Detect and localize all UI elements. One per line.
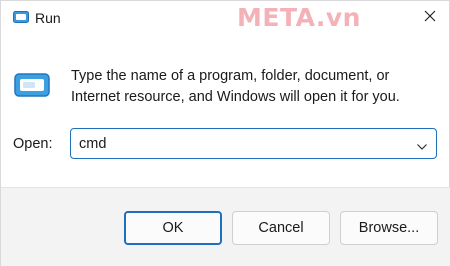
close-button[interactable] xyxy=(413,3,447,33)
browse-button[interactable]: Browse... xyxy=(340,211,438,245)
ok-button[interactable]: OK xyxy=(124,211,222,245)
open-combobox[interactable] xyxy=(70,128,437,159)
cancel-button[interactable]: Cancel xyxy=(232,211,330,245)
chevron-down-icon[interactable] xyxy=(416,139,428,150)
title-bar[interactable]: Run META.vn xyxy=(1,1,450,35)
dialog-description: Type the name of a program, folder, docu… xyxy=(71,68,400,105)
open-label: Open: xyxy=(13,136,53,152)
run-icon xyxy=(13,10,29,24)
open-input[interactable] xyxy=(79,129,399,158)
watermark-logo: META.vn xyxy=(237,3,361,32)
run-dialog: Run META.vn Type the name of a program, … xyxy=(0,0,450,266)
window-title: Run xyxy=(35,10,61,26)
run-large-icon xyxy=(14,71,50,99)
close-icon xyxy=(424,9,436,27)
